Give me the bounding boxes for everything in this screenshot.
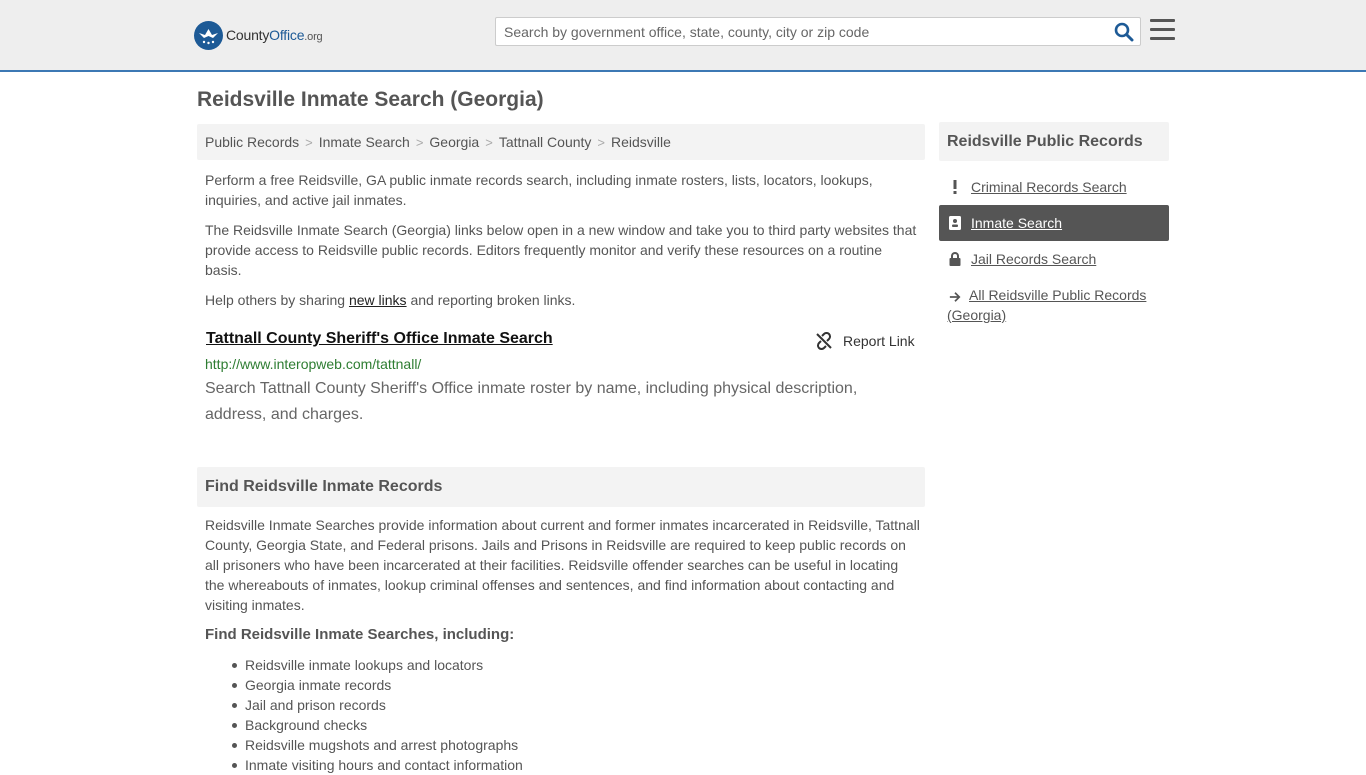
new-links-link[interactable]: new links — [349, 292, 407, 308]
share-links-paragraph: Help others by sharing new links and rep… — [205, 290, 921, 310]
breadcrumb-tattnall-county[interactable]: Tattnall County — [499, 134, 592, 150]
sidebar-item-label: All Reidsville Public Records (Georgia) — [947, 287, 1147, 323]
chevron-right-icon: > — [415, 134, 424, 150]
report-link-button[interactable]: Report Link — [815, 332, 915, 350]
breadcrumb: Public Records > Inmate Search > Georgia… — [197, 124, 925, 160]
list-item: Georgia inmate records — [232, 675, 523, 695]
sidebar-item-all-public-records[interactable]: All Reidsville Public Records (Georgia) — [939, 285, 1169, 325]
list-item: Jail and prison records — [232, 695, 523, 715]
broken-link-icon — [816, 332, 832, 350]
list-item: Inmate visiting hours and contact inform… — [232, 757, 523, 773]
exclamation-icon — [949, 177, 961, 197]
disclaimer-paragraph: The Reidsville Inmate Search (Georgia) l… — [205, 222, 917, 278]
sidebar-item-label: Jail Records Search — [971, 251, 1097, 267]
sidebar-item-criminal-records[interactable]: Criminal Records Search — [939, 177, 1169, 197]
eagle-seal-icon — [194, 20, 223, 50]
share-text-after: and reporting broken links. — [406, 292, 576, 308]
list-item: Reidsville inmate lookups and locators — [232, 655, 523, 675]
search-types-list: Reidsville inmate lookups and locators G… — [232, 655, 523, 775]
list-item: Background checks — [232, 715, 523, 735]
logo-name: County — [226, 27, 270, 43]
chevron-right-icon: > — [597, 134, 606, 150]
search-icon — [1114, 22, 1134, 42]
sidebar-heading: Reidsville Public Records — [939, 122, 1169, 161]
lock-icon — [949, 249, 961, 269]
share-text-before: Help others by sharing — [205, 292, 349, 308]
list-item: Reidsville mugshots and arrest photograp… — [232, 735, 523, 755]
page-title: Reidsville Inmate Search (Georgia) — [197, 88, 544, 111]
chevron-right-icon: > — [305, 134, 313, 150]
site-header: CountyOffice.org — [0, 0, 1366, 72]
sidebar-item-label: Inmate Search — [971, 215, 1063, 231]
chevron-right-icon: > — [485, 134, 493, 150]
hamburger-menu-icon[interactable] — [1150, 19, 1175, 41]
sidebar-item-label: Criminal Records Search — [971, 179, 1127, 195]
sidebar-item-inmate-search[interactable]: Inmate Search — [939, 205, 1169, 241]
report-link-label: Report Link — [843, 333, 915, 349]
result-description: Search Tattnall County Sheriff's Office … — [205, 380, 858, 423]
section-paragraph: Reidsville Inmate Searches provide infor… — [205, 517, 920, 613]
result-url: http://www.interopweb.com/tattnall/ — [205, 356, 422, 372]
site-logo[interactable]: CountyOffice.org — [194, 20, 323, 50]
breadcrumb-public-records[interactable]: Public Records — [205, 134, 299, 150]
intro-paragraph: Perform a free Reidsville, GA public inm… — [205, 172, 873, 208]
site-search — [495, 17, 1141, 46]
breadcrumb-georgia[interactable]: Georgia — [429, 134, 479, 150]
list-heading: Find Reidsville Inmate Searches, includi… — [205, 626, 515, 643]
breadcrumb-reidsville[interactable]: Reidsville — [611, 134, 671, 150]
sidebar-item-jail-records[interactable]: Jail Records Search — [939, 249, 1169, 269]
arrow-right-icon — [949, 285, 961, 305]
logo-office: Office — [269, 27, 305, 43]
search-input[interactable] — [496, 18, 1106, 45]
breadcrumb-inmate-search[interactable]: Inmate Search — [319, 134, 410, 150]
logo-tld: .org — [304, 31, 323, 43]
result-title-link[interactable]: Tattnall County Sheriff's Office Inmate … — [206, 330, 553, 348]
section-heading: Find Reidsville Inmate Records — [197, 467, 925, 507]
search-button[interactable] — [1114, 22, 1134, 42]
id-badge-icon — [949, 213, 961, 233]
logo-wordmark: CountyOffice.org — [226, 27, 323, 43]
